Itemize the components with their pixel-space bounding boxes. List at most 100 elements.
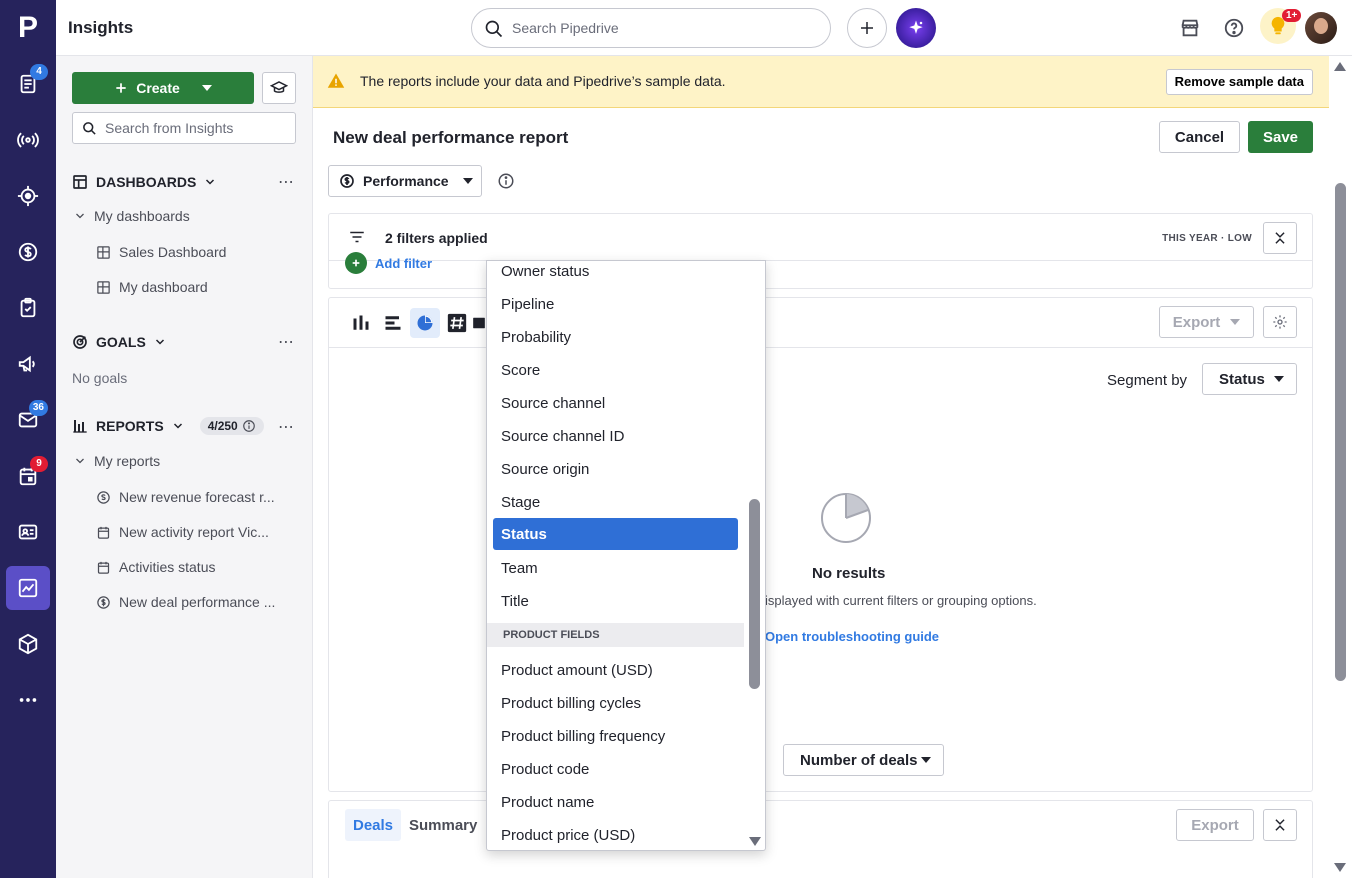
activities-nav-item[interactable]	[6, 286, 50, 330]
dropdown-option-team[interactable]: Team	[493, 552, 738, 584]
graduation-cap-icon	[270, 81, 288, 93]
create-button[interactable]: Create	[72, 72, 254, 104]
collapse-filters-button[interactable]	[1263, 222, 1297, 254]
dropdown-option-probability[interactable]: Probability	[493, 321, 738, 353]
dashboards-section-title: DASHBOARDS	[96, 174, 197, 190]
dropdown-option-product-amount[interactable]: Product amount (USD)	[493, 654, 738, 686]
insights-search-input[interactable]: Search from Insights	[72, 112, 296, 144]
deals-nav-item[interactable]	[6, 230, 50, 274]
my-reports-group[interactable]: My reports	[74, 453, 160, 469]
dashboard-icon	[73, 175, 87, 189]
main-scroll-up-arrow[interactable]	[1334, 62, 1346, 71]
filter-level: LOW	[1227, 233, 1252, 244]
chart-type-table-button[interactable]	[472, 308, 486, 338]
dropdown-scrollbar[interactable]	[749, 499, 760, 689]
group-by-dropdown-list[interactable]: Owner status Pipeline Probability Score …	[486, 260, 766, 851]
sidebar-item-label: Activities status	[119, 559, 216, 575]
projects-nav-item[interactable]	[6, 174, 50, 218]
dashboards-more-button[interactable]: ⋯	[278, 172, 295, 192]
report-title[interactable]: New deal performance report	[333, 128, 568, 148]
main-scrollbar[interactable]	[1335, 183, 1346, 681]
products-nav-item[interactable]	[6, 622, 50, 666]
chart-type-pie-button[interactable]	[410, 308, 440, 338]
left-nav-rail: P 4 36 9	[0, 0, 56, 878]
info-icon[interactable]	[242, 419, 256, 433]
sidebar-item-revenue-forecast[interactable]: New revenue forecast r...	[96, 489, 275, 505]
megaphone-icon	[18, 355, 35, 373]
dropdown-option-source-origin[interactable]: Source origin	[493, 453, 738, 485]
pipedrive-logo[interactable]: P	[0, 0, 56, 56]
sidebar-item-deal-performance[interactable]: New deal performance ...	[96, 594, 275, 610]
dropdown-option-status[interactable]: Status	[493, 518, 738, 550]
dashboard-icon	[97, 245, 110, 259]
dropdown-option-score[interactable]: Score	[493, 354, 738, 386]
filter-divider	[329, 260, 1312, 261]
dropdown-option-owner-status[interactable]: Owner status	[493, 261, 738, 287]
filter-icon[interactable]	[347, 228, 367, 246]
calendar-nav-item[interactable]: 9	[6, 454, 50, 498]
quick-add-button[interactable]	[847, 8, 887, 48]
clipboard-icon	[20, 297, 36, 318]
segment-by-select[interactable]: Status	[1202, 363, 1297, 395]
collapse-table-button[interactable]	[1263, 809, 1297, 841]
ai-assistant-button[interactable]	[896, 8, 936, 48]
cancel-button[interactable]: Cancel	[1159, 121, 1240, 153]
sidebar-item-activity-report[interactable]: New activity report Vic...	[96, 524, 269, 540]
global-search-input[interactable]: Search Pipedrive	[471, 8, 831, 48]
dashboards-section-toggle[interactable]: DASHBOARDS	[72, 174, 216, 190]
dropdown-option-product-code[interactable]: Product code	[493, 753, 738, 785]
remove-sample-data-button[interactable]: Remove sample data	[1165, 69, 1313, 95]
goals-section-title: GOALS	[96, 334, 146, 350]
info-icon[interactable]	[497, 172, 515, 190]
dropdown-option-product-billing-frequency[interactable]: Product billing frequency	[493, 720, 738, 752]
more-nav-item[interactable]	[6, 678, 50, 722]
chart-type-horizontal-bar-button[interactable]	[378, 308, 408, 338]
table-export-button[interactable]: Export	[1176, 809, 1254, 841]
dropdown-option-product-name[interactable]: Product name	[493, 786, 738, 818]
contacts-nav-item[interactable]	[6, 510, 50, 554]
chart-type-number-button[interactable]	[442, 308, 472, 338]
dropdown-option-stage[interactable]: Stage	[493, 486, 738, 518]
tab-deals[interactable]: Deals	[345, 809, 402, 841]
goals-empty-text: No goals	[72, 370, 128, 386]
reports-section-toggle[interactable]: REPORTS 4/250	[72, 417, 264, 435]
my-dashboards-group[interactable]: My dashboards	[74, 208, 190, 224]
dropdown-option-product-billing-cycles[interactable]: Product billing cycles	[493, 687, 738, 719]
academy-button[interactable]	[262, 72, 296, 104]
marketing-nav-item[interactable]	[6, 342, 50, 386]
dropdown-option-source-channel[interactable]: Source channel	[493, 387, 738, 419]
campaigns-nav-item[interactable]	[6, 118, 50, 162]
chart-settings-button[interactable]	[1263, 306, 1297, 338]
report-type-select[interactable]: Performance	[328, 165, 482, 197]
leads-nav-item[interactable]: 4	[6, 62, 50, 106]
sidebar-item-sales-dashboard[interactable]: Sales Dashboard	[96, 244, 226, 260]
goals-more-button[interactable]: ⋯	[278, 332, 295, 352]
dropdown-option-source-channel-id[interactable]: Source channel ID	[493, 420, 738, 452]
gear-icon	[1273, 315, 1287, 329]
help-button[interactable]	[1220, 14, 1248, 42]
mail-nav-item[interactable]: 36	[6, 398, 50, 442]
avatar[interactable]	[1305, 12, 1337, 44]
chart-type-bar-button[interactable]	[346, 308, 376, 338]
dropdown-scroll-down-arrow[interactable]	[749, 837, 761, 846]
reports-more-button[interactable]: ⋯	[278, 417, 295, 437]
add-filter-button[interactable]: Add filter	[345, 252, 432, 274]
sidebar-item-my-dashboard[interactable]: My dashboard	[96, 279, 208, 295]
marketplace-button[interactable]	[1176, 14, 1204, 42]
filters-applied-text[interactable]: 2 filters applied	[385, 230, 488, 246]
tab-summary[interactable]: Summary	[401, 809, 485, 841]
dropdown-option-product-price[interactable]: Product price (USD)	[493, 819, 738, 850]
chart-export-button[interactable]: Export	[1159, 306, 1254, 338]
save-button[interactable]: Save	[1248, 121, 1313, 153]
insights-nav-item[interactable]	[6, 566, 50, 610]
empty-pie-icon	[821, 493, 871, 543]
troubleshooting-link[interactable]: Open troubleshooting guide	[765, 629, 939, 644]
sidebar-item-activities-status[interactable]: Activities status	[96, 559, 215, 575]
dropdown-option-title[interactable]: Title	[493, 585, 738, 617]
goals-section-toggle[interactable]: GOALS	[72, 334, 166, 350]
hash-icon	[447, 313, 467, 333]
dropdown-option-pipeline[interactable]: Pipeline	[493, 288, 738, 320]
mail-badge: 36	[28, 400, 48, 416]
measure-by-select[interactable]: Number of deals	[783, 744, 944, 776]
main-scroll-down-arrow[interactable]	[1334, 863, 1346, 872]
